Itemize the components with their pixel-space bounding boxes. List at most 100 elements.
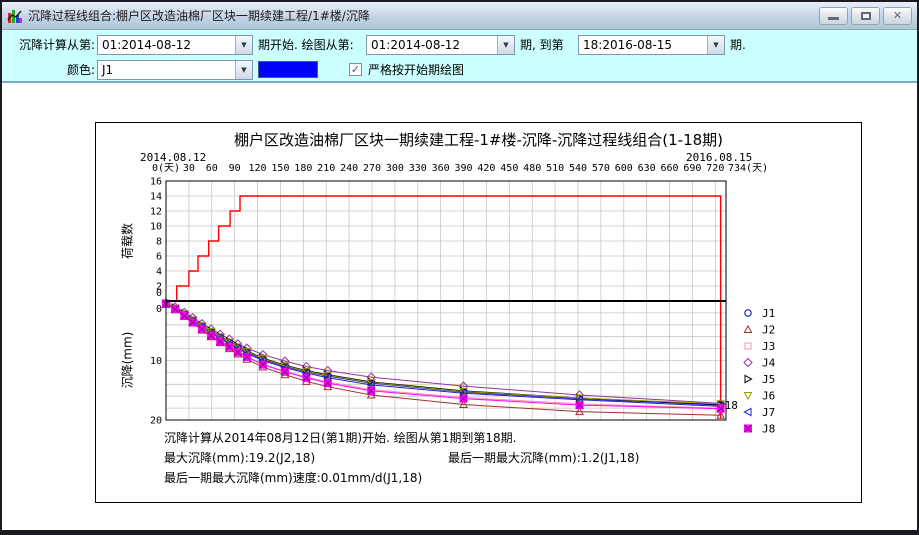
x-tick-label: 90 (229, 163, 241, 174)
x-tick-label: 690 (683, 163, 701, 174)
marker-square-x (259, 361, 266, 368)
x-tick-label: 0(天) (152, 163, 180, 174)
marker-square (745, 343, 751, 349)
load-tick-label: 0 (156, 288, 162, 299)
color-point-value: J1 (98, 63, 235, 77)
marker-square-x (243, 353, 250, 360)
x-tick-label: 120 (249, 163, 267, 174)
settlement-tick-label: 0 (156, 304, 162, 315)
marker-triangle-left (744, 408, 751, 415)
marker-square-x (282, 368, 289, 375)
chart-footer-max: 最大沉降(mm):19.2(J2,18) (164, 449, 315, 466)
close-icon: ✕ (893, 10, 902, 21)
load-tick-label: 10 (150, 222, 162, 233)
marker-square-x (172, 306, 179, 313)
settlement-tick-label: 20 (150, 416, 162, 427)
calc-from-label: 沉降计算从第: (10, 35, 95, 55)
x-tick-label: 150 (271, 163, 289, 174)
x-tick-label: 570 (592, 163, 610, 174)
app-window: 沉降过程线组合:棚户区改造油棉厂区块一期续建工程/1#楼/沉降 ✕ 沉降计算从第… (0, 0, 919, 535)
toolbar: 沉降计算从第: 01:2014-08-12 ▼ 期开始. 绘图从第: 01:20… (2, 30, 917, 83)
marker-square-x (208, 332, 215, 339)
chart-footer-last-max: 最后一期最大沉降(mm):1.2(J1,18) (448, 449, 640, 466)
marker-square-x (576, 402, 583, 409)
legend-label-J7: J7 (762, 406, 775, 419)
x-tick-label: 630 (638, 163, 656, 174)
app-icon (7, 8, 23, 24)
chevron-down-icon[interactable]: ▼ (235, 36, 252, 54)
color-point-combo[interactable]: J1 ▼ (97, 60, 253, 80)
x-tick-label: 390 (455, 163, 473, 174)
period-start-label: 期开始. 绘图从第: (258, 35, 354, 55)
load-tick-label: 16 (150, 177, 162, 188)
marker-square-x (234, 349, 241, 356)
x-tick-label: 510 (546, 163, 564, 174)
settlement-tick-label: 10 (150, 356, 162, 367)
load-tick-label: 4 (156, 267, 162, 278)
marker-square-x (717, 405, 724, 412)
x-tick-label: 270 (363, 163, 381, 174)
marker-square-x (745, 425, 752, 432)
legend-label-J3: J3 (762, 340, 775, 353)
color-swatch[interactable] (258, 61, 318, 78)
x-tick-label: 360 (432, 163, 450, 174)
restore-button[interactable] (851, 7, 880, 25)
x-tick-label: 300 (386, 163, 404, 174)
load-step-line (166, 196, 721, 419)
last-period-label: 18 (725, 399, 738, 412)
marker-triangle-right (745, 375, 752, 382)
legend-label-J1: J1 (762, 307, 775, 320)
marker-square-x (217, 338, 224, 345)
restore-icon (861, 12, 871, 20)
legend-label-J5: J5 (762, 373, 775, 386)
x-tick-label: 720 (706, 163, 724, 174)
calc-from-value: 01:2014-08-12 (98, 38, 235, 52)
x-tick-label: 330 (409, 163, 427, 174)
content-area: 棚户区改造油棉厂区块一期续建工程-1#楼-沉降-沉降过程线组合(1-18期) 2… (2, 83, 917, 530)
draw-from-value: 01:2014-08-12 (367, 38, 497, 52)
x-tick-label: 600 (615, 163, 633, 174)
chevron-down-icon[interactable]: ▼ (497, 36, 514, 54)
marker-square-x (460, 395, 467, 402)
x-tick-label: 60 (206, 163, 218, 174)
chart-footer-last-rate: 最后一期最大沉降(mm)速度:0.01mm/d(J1,18) (164, 469, 422, 486)
marker-square-x (189, 319, 196, 326)
period-suffix-label: 期. (730, 35, 746, 55)
marker-square-x (324, 380, 331, 387)
x-tick-label: 30 (183, 163, 195, 174)
color-label: 颜色: (42, 60, 95, 80)
chevron-down-icon[interactable]: ▼ (235, 61, 252, 79)
marker-circle (745, 310, 751, 316)
legend-label-J8: J8 (762, 423, 775, 436)
calc-from-combo[interactable]: 01:2014-08-12 ▼ (97, 35, 253, 55)
legend-label-J2: J2 (762, 324, 775, 337)
marker-square-x (198, 325, 205, 332)
x-tick-label: 180 (294, 163, 312, 174)
marker-diamond (744, 359, 752, 367)
x-tick-label: 734(天) (728, 163, 768, 174)
x-tick-label: 660 (661, 163, 679, 174)
x-tick-label: 240 (340, 163, 358, 174)
x-tick-label: 480 (523, 163, 541, 174)
strict-checkbox[interactable]: ✓ (349, 63, 362, 76)
minimize-button[interactable] (819, 7, 848, 25)
draw-to-combo[interactable]: 18:2016-08-15 ▼ (578, 35, 725, 55)
chart-panel: 棚户区改造油棉厂区块一期续建工程-1#楼-沉降-沉降过程线组合(1-18期) 2… (95, 122, 862, 503)
titlebar: 沉降过程线组合:棚户区改造油棉厂区块一期续建工程/1#楼/沉降 ✕ (2, 2, 917, 30)
draw-from-combo[interactable]: 01:2014-08-12 ▼ (366, 35, 515, 55)
chevron-down-icon[interactable]: ▼ (707, 36, 724, 54)
window-title: 沉降过程线组合:棚户区改造油棉厂区块一期续建工程/1#楼/沉降 (28, 7, 819, 24)
minimize-icon (828, 17, 839, 20)
marker-triangle-up (744, 326, 751, 333)
close-button[interactable]: ✕ (883, 7, 912, 25)
x-tick-label: 210 (317, 163, 335, 174)
marker-square-x (226, 343, 233, 350)
period-to-label: 期, 到第 (520, 35, 564, 55)
load-tick-label: 8 (156, 237, 162, 248)
strict-checkbox-label: 严格按开始期绘图 (368, 60, 464, 80)
legend-label-J4: J4 (762, 357, 776, 370)
x-tick-label: 450 (500, 163, 518, 174)
legend-label-J6: J6 (762, 390, 775, 403)
marker-triangle-down (744, 393, 751, 400)
load-tick-label: 14 (150, 192, 162, 203)
